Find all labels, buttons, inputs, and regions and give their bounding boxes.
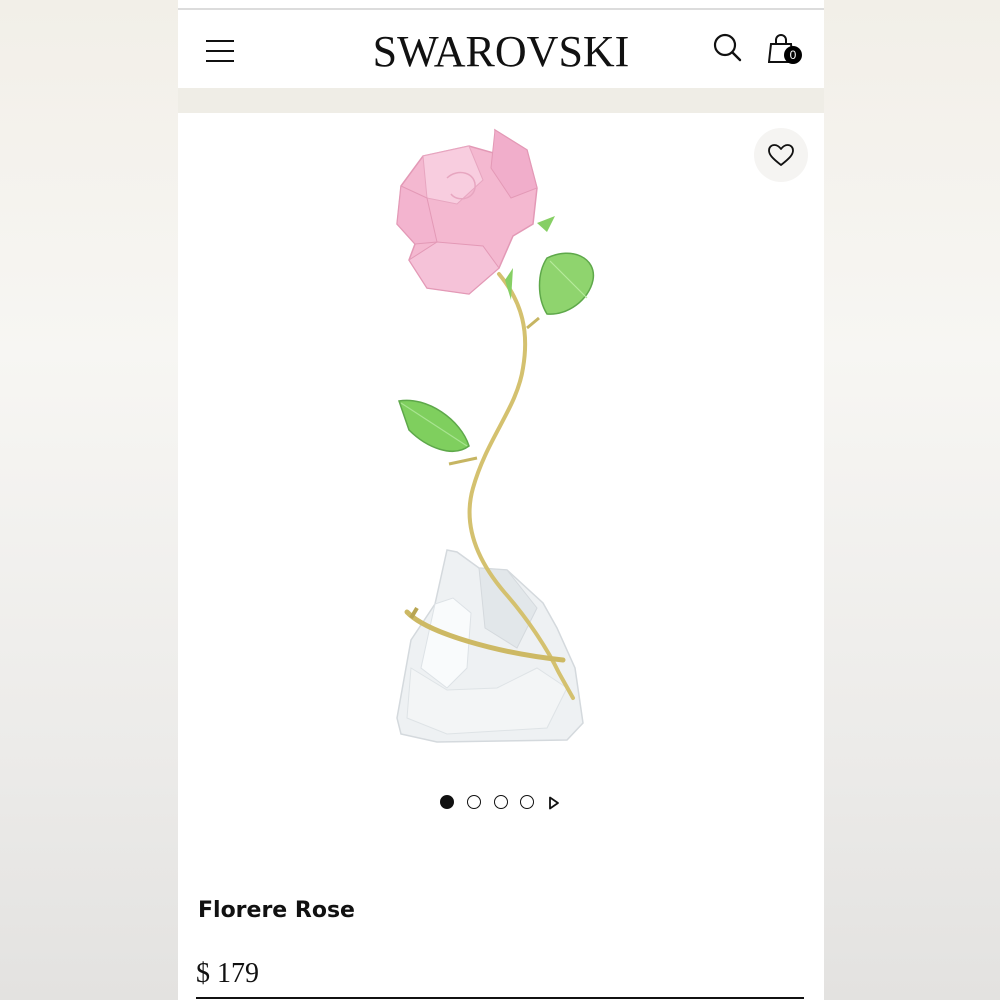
heart-outline-icon bbox=[768, 144, 794, 166]
product-page: SWAROVSKI 0 Florere Rose $ 179 bbox=[178, 0, 824, 1000]
search-icon bbox=[713, 33, 742, 62]
price-divider bbox=[196, 997, 804, 999]
gallery-dot-2[interactable] bbox=[467, 795, 481, 809]
play-arrow-icon[interactable] bbox=[548, 796, 560, 810]
wishlist-button[interactable] bbox=[754, 128, 808, 182]
product-title: Florere Rose bbox=[198, 898, 355, 923]
gallery-pagination bbox=[440, 795, 570, 811]
gallery-dot-3[interactable] bbox=[494, 795, 508, 809]
shopping-bag-button[interactable]: 0 bbox=[768, 32, 808, 72]
gallery-dot-4[interactable] bbox=[520, 795, 534, 809]
site-header: SWAROVSKI 0 bbox=[178, 10, 824, 88]
product-price: $ 179 bbox=[196, 958, 259, 989]
search-button[interactable] bbox=[712, 32, 744, 66]
gallery-dot-1[interactable] bbox=[440, 795, 454, 809]
product-image-rose[interactable] bbox=[387, 128, 615, 746]
promo-banner bbox=[178, 88, 824, 113]
cart-count-badge: 0 bbox=[784, 46, 802, 64]
